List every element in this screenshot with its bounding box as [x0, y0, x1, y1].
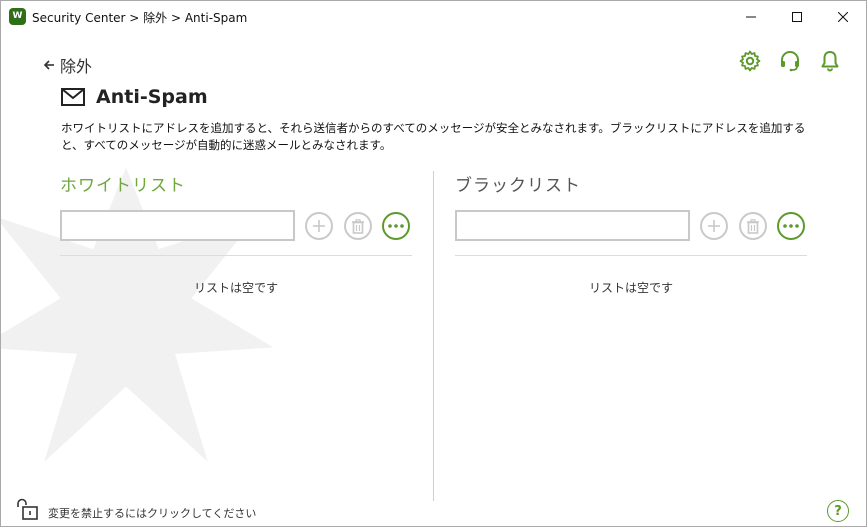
headset-icon	[781, 51, 799, 72]
settings-button[interactable]	[738, 49, 762, 73]
close-icon	[838, 11, 848, 22]
bell-icon	[821, 51, 839, 72]
lock-button[interactable]	[15, 498, 39, 520]
unlocked-padlock-icon	[17, 498, 38, 520]
help-button[interactable]: ?	[827, 500, 849, 522]
blacklist-add-button[interactable]	[700, 212, 728, 240]
page-title: Anti-Spam	[61, 86, 208, 108]
app-logo-icon: W	[9, 8, 26, 25]
spider-watermark-icon	[1, 167, 274, 462]
page-title-text: Anti-Spam	[96, 86, 208, 108]
maximize-button[interactable]	[774, 1, 820, 32]
whitelist-title: ホワイトリスト	[60, 176, 186, 196]
more-dots-icon	[783, 224, 799, 228]
blacklist-address-input[interactable]	[455, 210, 690, 241]
maximize-icon	[792, 11, 802, 22]
blacklist-more-button[interactable]	[777, 212, 805, 240]
back-label: 除外	[60, 57, 93, 76]
support-button[interactable]	[778, 49, 802, 73]
blacklist-divider	[455, 255, 807, 256]
minimize-icon	[746, 16, 756, 17]
trash-icon	[352, 218, 364, 234]
whitelist-more-button[interactable]	[382, 212, 410, 240]
window-title: Security Center > 除外 > Anti-Spam	[32, 11, 248, 25]
blacklist-empty-text: リストは空です	[588, 281, 673, 295]
whitelist-address-input[interactable]	[60, 210, 295, 241]
blacklist-input-row	[455, 209, 807, 243]
envelope-icon	[61, 88, 85, 106]
title-bar: W Security Center > 除外 > Anti-Spam	[1, 1, 866, 32]
whitelist-add-button[interactable]	[305, 212, 333, 240]
plus-icon	[708, 220, 720, 232]
blacklist-title: ブラックリスト	[455, 176, 581, 196]
whitelist-divider	[60, 255, 412, 256]
gear-icon	[739, 50, 761, 72]
whitelist-empty-text: リストは空です	[193, 281, 278, 295]
minimize-button[interactable]	[728, 1, 774, 32]
whitelist-delete-button[interactable]	[344, 212, 372, 240]
notifications-button[interactable]	[818, 49, 842, 73]
arrow-left-icon	[43, 60, 54, 70]
close-button[interactable]	[820, 1, 866, 32]
blacklist-delete-button[interactable]	[739, 212, 767, 240]
plus-icon	[313, 220, 325, 232]
more-dots-icon	[388, 224, 404, 228]
whitelist-input-row	[60, 209, 412, 243]
lock-hint-text[interactable]: 変更を禁止するにはクリックしてください	[48, 505, 256, 521]
page-description: ホワイトリストにアドレスを追加すると、それら送信者からのすべてのメッセージが安全…	[61, 121, 806, 152]
app-window: W Security Center > 除外 > Anti-Spam 除外 An…	[0, 0, 867, 527]
back-button[interactable]: 除外	[43, 53, 92, 77]
trash-icon	[747, 218, 759, 234]
column-separator	[433, 171, 434, 501]
blacklist-panel: ブラックリスト リストは空です	[455, 171, 807, 295]
whitelist-panel: ホワイトリスト リストは空です	[60, 171, 412, 295]
